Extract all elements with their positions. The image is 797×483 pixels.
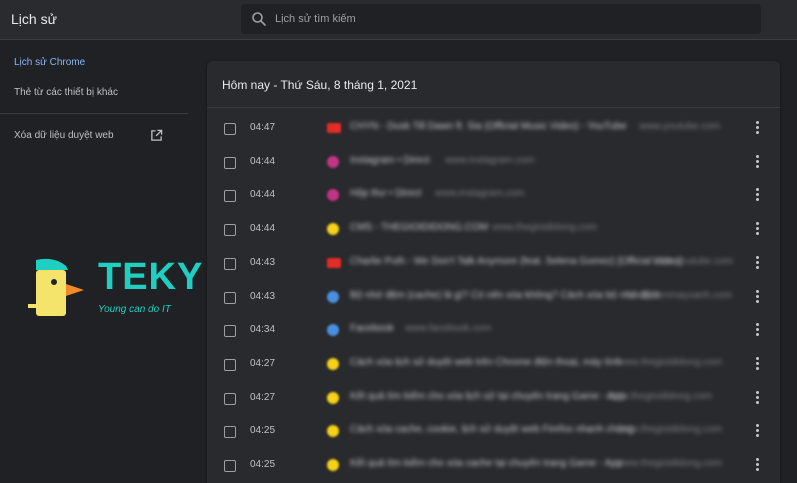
entry-domain: www.youtube.com bbox=[652, 255, 734, 267]
entry-domain: www.thegioididong.com bbox=[617, 458, 723, 469]
logo-wordmark: TEKY bbox=[98, 256, 204, 298]
row-checkbox[interactable] bbox=[224, 123, 236, 135]
entry-domain: www.thegioididong.com bbox=[617, 424, 723, 436]
entry-domain: www.thegioididong.com bbox=[617, 356, 723, 368]
sidebar-item-clear-browsing-data[interactable]: Xóa dữ liệu duyệt web bbox=[14, 130, 114, 141]
entry-time: 04:44 bbox=[250, 189, 276, 201]
entry-title-link[interactable]: Instagram • Direct bbox=[350, 155, 430, 166]
site-favicon-icon bbox=[327, 391, 339, 404]
history-row[interactable]: 04:34 Facebook www.facebook.com bbox=[207, 317, 780, 351]
entry-domain: www.dienmayxanh.com bbox=[627, 289, 733, 301]
duck-mascot-icon bbox=[28, 258, 84, 316]
entry-title-link[interactable]: Charlie Puth - We Don't Talk Anymore (fe… bbox=[350, 256, 682, 267]
page-title: Lịch sử bbox=[11, 11, 57, 27]
row-checkbox[interactable] bbox=[224, 426, 236, 439]
entry-time: 04:25 bbox=[250, 425, 276, 437]
entry-time: 04:44 bbox=[250, 223, 276, 235]
history-row[interactable]: 04:44 Hộp thư • Direct www.instagram.com bbox=[207, 182, 780, 216]
search-icon bbox=[252, 12, 266, 26]
entry-title-link[interactable]: Cách xóa cache, cookie, lịch sử duyệt we… bbox=[350, 424, 634, 435]
entry-domain: www.thegioididong.com bbox=[492, 222, 598, 234]
row-checkbox[interactable] bbox=[224, 224, 236, 237]
site-favicon-icon bbox=[327, 257, 341, 268]
card-divider bbox=[207, 107, 780, 108]
more-actions-icon[interactable] bbox=[754, 323, 760, 339]
history-row[interactable]: 04:27 Cách xóa lịch sử duyệt web trên Chr… bbox=[207, 351, 780, 385]
row-checkbox[interactable] bbox=[224, 358, 236, 371]
row-checkbox[interactable] bbox=[224, 156, 236, 169]
entry-title-link[interactable]: Bộ nhớ đệm (cache) là gì? Có nên xóa khô… bbox=[350, 290, 659, 301]
row-checkbox[interactable] bbox=[224, 291, 236, 304]
row-checkbox[interactable] bbox=[224, 460, 236, 472]
more-actions-icon[interactable] bbox=[754, 356, 760, 373]
history-row[interactable]: 04:47 CHYN - Dusk Till Dawn ft. Sia (Offi… bbox=[207, 115, 780, 149]
date-heading: Hôm nay - Thứ Sáu, 8 tháng 1, 2021 bbox=[222, 78, 418, 92]
more-actions-icon[interactable] bbox=[754, 154, 760, 171]
entry-domain: www.thegioididong.com bbox=[607, 390, 713, 402]
row-checkbox[interactable] bbox=[224, 190, 236, 203]
history-row[interactable]: 04:43 Bộ nhớ đệm (cache) là gì? Có nên xó… bbox=[207, 284, 780, 318]
search-input[interactable] bbox=[275, 4, 745, 34]
site-favicon-icon bbox=[327, 155, 339, 168]
open-in-new-icon[interactable] bbox=[150, 129, 163, 142]
history-row[interactable]: 04:27 Kết quả tìm kiếm cho xóa lịch sử tạ… bbox=[207, 385, 780, 419]
entry-time: 04:25 bbox=[250, 459, 276, 470]
entry-title-link[interactable]: Cách xóa lịch sử duyệt web trên Chrome đ… bbox=[350, 357, 621, 368]
search-box[interactable] bbox=[241, 4, 761, 34]
row-checkbox[interactable] bbox=[224, 392, 236, 405]
entry-time: 04:44 bbox=[250, 155, 276, 167]
top-bar: Lịch sử bbox=[0, 0, 797, 40]
entry-time: 04:43 bbox=[250, 256, 276, 268]
entry-domain: www.facebook.com bbox=[405, 323, 492, 335]
row-checkbox[interactable] bbox=[224, 325, 236, 338]
entry-time: 04:27 bbox=[250, 391, 276, 403]
more-actions-icon[interactable] bbox=[754, 424, 760, 440]
more-actions-icon[interactable] bbox=[754, 255, 760, 272]
more-actions-icon[interactable] bbox=[754, 188, 760, 204]
entry-title-link[interactable]: CHYN - Dusk Till Dawn ft. Sia (Official … bbox=[350, 121, 627, 132]
entry-title-link[interactable]: Facebook bbox=[350, 323, 394, 334]
more-actions-icon[interactable] bbox=[754, 458, 760, 474]
site-favicon-icon bbox=[327, 223, 339, 236]
entry-domain: www.instagram.com bbox=[435, 188, 525, 200]
entry-time: 04:47 bbox=[250, 122, 276, 133]
site-favicon-icon bbox=[327, 290, 339, 303]
site-favicon-icon bbox=[327, 459, 339, 471]
history-row[interactable]: 04:43 Charlie Puth - We Don't Talk Anymor… bbox=[207, 250, 780, 284]
history-row[interactable]: 04:44 CMS - THEGIOIDIDONG.COM www.thegioid… bbox=[207, 216, 780, 250]
more-actions-icon[interactable] bbox=[754, 390, 760, 407]
site-favicon-icon bbox=[327, 123, 341, 133]
sidebar-item-other-devices[interactable]: Thẻ từ các thiết bị khác bbox=[14, 87, 118, 98]
entry-time: 04:34 bbox=[250, 324, 276, 336]
more-actions-icon[interactable] bbox=[754, 289, 760, 306]
site-favicon-icon bbox=[327, 324, 339, 337]
entry-title-link[interactable]: CMS - THEGIOIDIDONG.COM bbox=[350, 222, 488, 233]
sidebar-divider bbox=[0, 113, 188, 114]
site-favicon-icon bbox=[327, 425, 339, 438]
history-card: Hôm nay - Thứ Sáu, 8 tháng 1, 2021 04:47… bbox=[207, 61, 780, 483]
entry-domain: www.youtube.com bbox=[639, 121, 721, 132]
site-favicon-icon bbox=[327, 189, 339, 202]
sidebar-item-chrome-history[interactable]: Lịch sử Chrome bbox=[14, 57, 85, 68]
entry-title-link[interactable]: Kết quả tìm kiếm cho xóa cache tại chuyê… bbox=[350, 458, 622, 469]
more-actions-icon[interactable] bbox=[754, 121, 760, 137]
entry-time: 04:43 bbox=[250, 290, 276, 302]
entry-time: 04:27 bbox=[250, 357, 276, 369]
row-checkbox[interactable] bbox=[224, 257, 236, 270]
entry-title-link[interactable]: Kết quả tìm kiếm cho xóa lịch sử tại chu… bbox=[350, 391, 625, 402]
history-row[interactable]: 04:25 Kết quả tìm kiếm cho xóa cache tại … bbox=[207, 452, 780, 483]
more-actions-icon[interactable] bbox=[754, 222, 760, 238]
teky-logo: TEKY Young can do IT bbox=[14, 256, 204, 322]
history-row[interactable]: 04:44 Instagram • Direct www.instagram.com bbox=[207, 149, 780, 183]
entry-title-link[interactable]: Hộp thư • Direct bbox=[350, 188, 421, 199]
entry-domain: www.instagram.com bbox=[445, 154, 535, 166]
logo-slogan: Young can do IT bbox=[98, 304, 171, 315]
history-row[interactable]: 04:25 Cách xóa cache, cookie, lịch sử duy… bbox=[207, 418, 780, 452]
site-favicon-icon bbox=[327, 357, 339, 370]
